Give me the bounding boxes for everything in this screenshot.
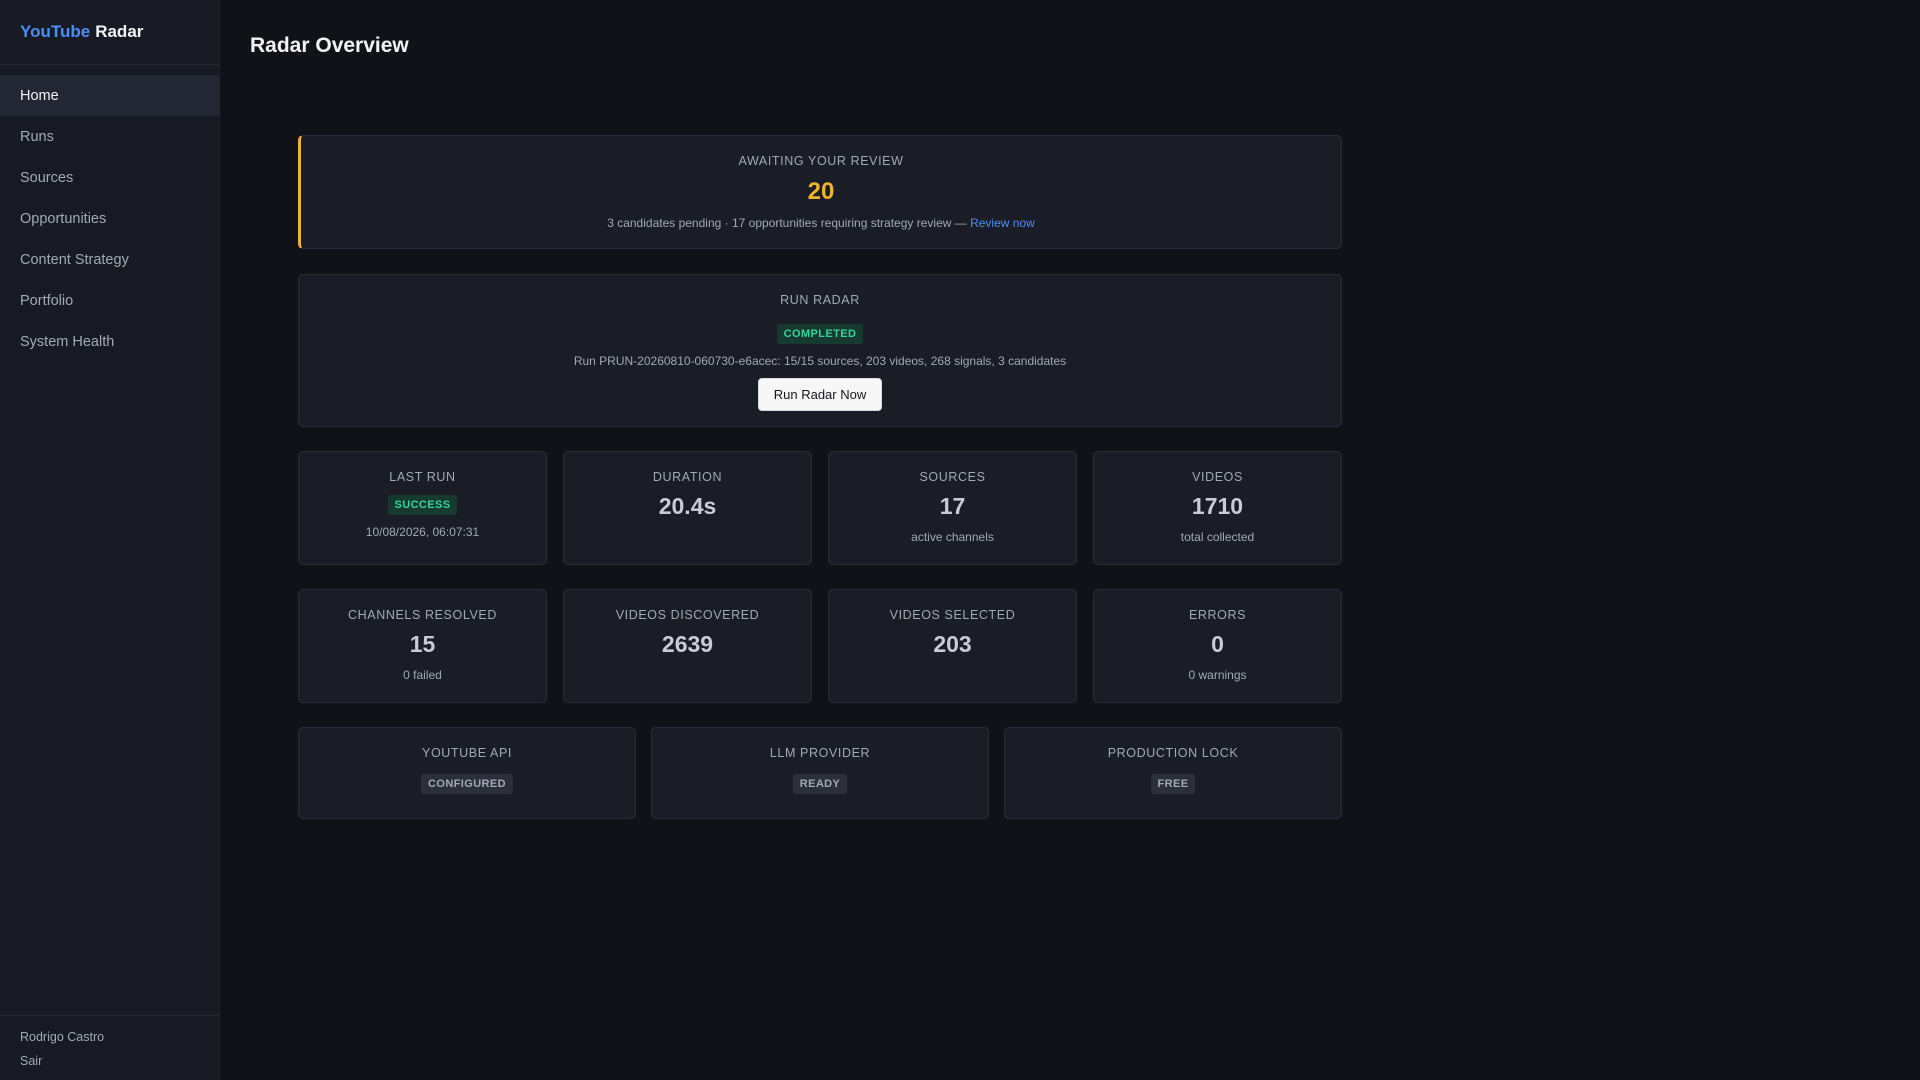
sidebar-item-sources[interactable]: Sources [0, 157, 219, 198]
sidebar-item-opportunities[interactable]: Opportunities [0, 198, 219, 239]
run-radar-now-button[interactable]: Run Radar Now [757, 378, 883, 411]
review-count: 20 [807, 178, 835, 205]
health-row: YOUTUBE API CONFIGURED LLM PROVIDER READ… [298, 727, 1342, 819]
stats-row-1: LAST RUN SUCCESS 10/08/2026, 06:07:31 DU… [298, 451, 1342, 565]
stat-value: 1710 [1191, 493, 1244, 519]
health-status-badge: CONFIGURED [421, 774, 513, 794]
health-label: PRODUCTION LOCK [1107, 746, 1239, 760]
stat-sources: SOURCES 17 active channels [828, 451, 1077, 565]
sidebar-item-label: Opportunities [20, 210, 107, 227]
run-radar-label: RUN RADAR [780, 293, 860, 307]
health-label: YOUTUBE API [422, 746, 512, 760]
sidebar-item-runs[interactable]: Runs [0, 116, 219, 157]
health-status-badge: READY [792, 774, 848, 794]
sidebar-item-system-health[interactable]: System Health [0, 321, 219, 362]
stat-channels-resolved: CHANNELS RESOLVED 15 0 failed [298, 589, 547, 703]
sidebar-nav: Home Runs Sources Opportunities Content … [0, 65, 219, 1015]
stat-value: 20.4s [658, 493, 717, 519]
stat-value: 203 [933, 631, 972, 657]
sidebar-item-label: Sources [20, 169, 74, 186]
overview-content: AWAITING YOUR REVIEW 20 3 candidates pen… [298, 135, 1342, 819]
stat-value: 2639 [661, 631, 714, 657]
sidebar-item-label: Home [20, 87, 59, 104]
stat-label: VIDEOS SELECTED [889, 608, 1016, 622]
stat-label: LAST RUN [389, 470, 456, 484]
stat-label: CHANNELS RESOLVED [348, 608, 497, 622]
stat-value: 17 [939, 493, 966, 519]
review-summary-text: 3 candidates pending · 17 opportunities … [607, 216, 971, 230]
stat-sub: 0 failed [403, 668, 442, 682]
user-name: Rodrigo Castro [20, 1030, 105, 1044]
stat-value: 0 [1211, 631, 1224, 657]
run-info: Run PRUN-20260810-060730-e6acec: 15/15 s… [573, 354, 1067, 368]
stat-label: VIDEOS [1192, 470, 1243, 484]
sidebar-item-label: Runs [20, 128, 54, 145]
stat-label: ERRORS [1188, 608, 1247, 622]
stat-videos-selected: VIDEOS SELECTED 203 [828, 589, 1077, 703]
sidebar-item-label: Content Strategy [20, 251, 129, 268]
health-llm-provider: LLM PROVIDER READY [651, 727, 989, 819]
run-radar-card: RUN RADAR COMPLETED Run PRUN-20260810-06… [298, 274, 1342, 427]
health-status-badge: FREE [1150, 774, 1196, 794]
sidebar-item-label: Portfolio [20, 292, 74, 309]
stat-label: SOURCES [919, 470, 986, 484]
stat-sub: total collected [1180, 530, 1255, 544]
stat-sub: 0 warnings [1188, 668, 1247, 682]
main-content: Radar Overview AWAITING YOUR REVIEW 20 3… [220, 0, 1920, 1080]
brand-radar: Radar [95, 22, 144, 41]
stat-last-run: LAST RUN SUCCESS 10/08/2026, 06:07:31 [298, 451, 547, 565]
health-label: LLM PROVIDER [769, 746, 871, 760]
sidebar-item-portfolio[interactable]: Portfolio [0, 280, 219, 321]
review-label: AWAITING YOUR REVIEW [738, 154, 904, 168]
stat-label: VIDEOS DISCOVERED [615, 608, 760, 622]
review-now-link[interactable]: Review now [970, 216, 1035, 230]
stat-label: DURATION [652, 470, 723, 484]
stat-videos: VIDEOS 1710 total collected [1093, 451, 1342, 565]
sidebar: YouTube Radar Home Runs Sources Opportun… [0, 0, 220, 1080]
last-run-status-badge: SUCCESS [387, 495, 458, 515]
sidebar-item-content-strategy[interactable]: Content Strategy [0, 239, 219, 280]
sidebar-item-home[interactable]: Home [0, 75, 219, 116]
app-shell: YouTube Radar Home Runs Sources Opportun… [0, 0, 1920, 1080]
logout-link[interactable]: Sair [20, 1054, 199, 1068]
health-production-lock: PRODUCTION LOCK FREE [1004, 727, 1342, 819]
health-youtube-api: YOUTUBE API CONFIGURED [298, 727, 636, 819]
run-status-badge: COMPLETED [776, 324, 864, 344]
page-title: Radar Overview [250, 34, 409, 57]
stat-duration: DURATION 20.4s [563, 451, 812, 565]
user-block: Rodrigo Castro Sair [0, 1015, 219, 1080]
stat-value: 15 [409, 631, 436, 657]
stat-sub: active channels [911, 530, 994, 544]
review-summary: 3 candidates pending · 17 opportunities … [301, 216, 1341, 230]
sidebar-item-label: System Health [20, 333, 115, 350]
stats-row-2: CHANNELS RESOLVED 15 0 failed VIDEOS DIS… [298, 589, 1342, 703]
stat-errors: ERRORS 0 0 warnings [1093, 589, 1342, 703]
stat-videos-discovered: VIDEOS DISCOVERED 2639 [563, 589, 812, 703]
brand-youtube: YouTube [20, 22, 91, 41]
brand-logo[interactable]: YouTube Radar [0, 0, 219, 65]
last-run-timestamp: 10/08/2026, 06:07:31 [365, 525, 480, 539]
review-card: AWAITING YOUR REVIEW 20 3 candidates pen… [298, 135, 1342, 249]
